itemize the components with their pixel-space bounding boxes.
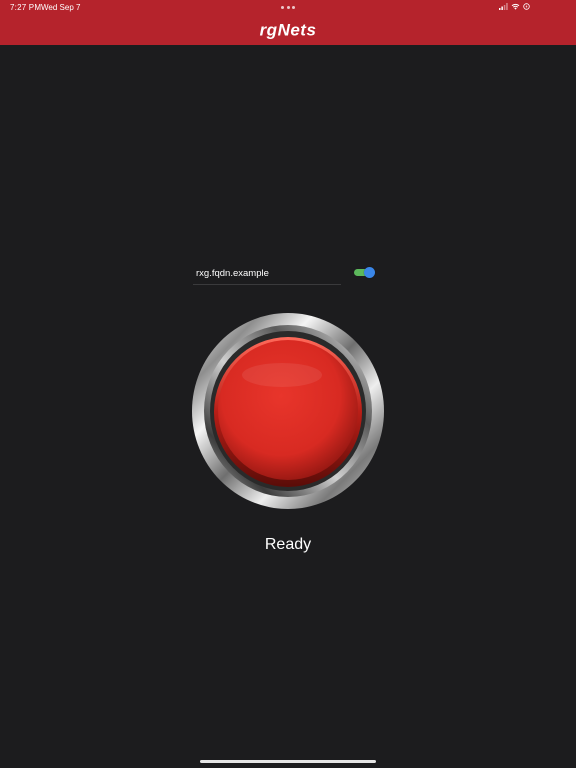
- home-indicator[interactable]: [200, 760, 376, 763]
- status-date: Wed Sep 7: [41, 3, 81, 12]
- multitasking-dots-icon[interactable]: [281, 6, 295, 9]
- wifi-icon: [511, 3, 520, 10]
- toggle-thumb: [364, 267, 375, 278]
- app-screen: 7:27 PM Wed Sep 7 rgNets rxg.fqdn.exampl…: [0, 0, 576, 768]
- status-time: 7:27 PM: [10, 3, 42, 12]
- red-push-button[interactable]: [192, 313, 384, 509]
- cellular-signal-icon: [499, 3, 508, 10]
- server-toggle-switch[interactable]: [354, 267, 376, 278]
- server-row: [193, 262, 383, 286]
- status-label: Ready: [264, 536, 312, 553]
- server-address-input[interactable]: [193, 262, 341, 285]
- status-icons: [499, 3, 530, 10]
- svg-text:rgNets: rgNets: [260, 21, 317, 40]
- battery-charging-icon: [523, 3, 530, 10]
- rgnets-logo: rgNets: [260, 21, 317, 40]
- header-bar: 7:27 PM Wed Sep 7 rgNets: [0, 0, 576, 45]
